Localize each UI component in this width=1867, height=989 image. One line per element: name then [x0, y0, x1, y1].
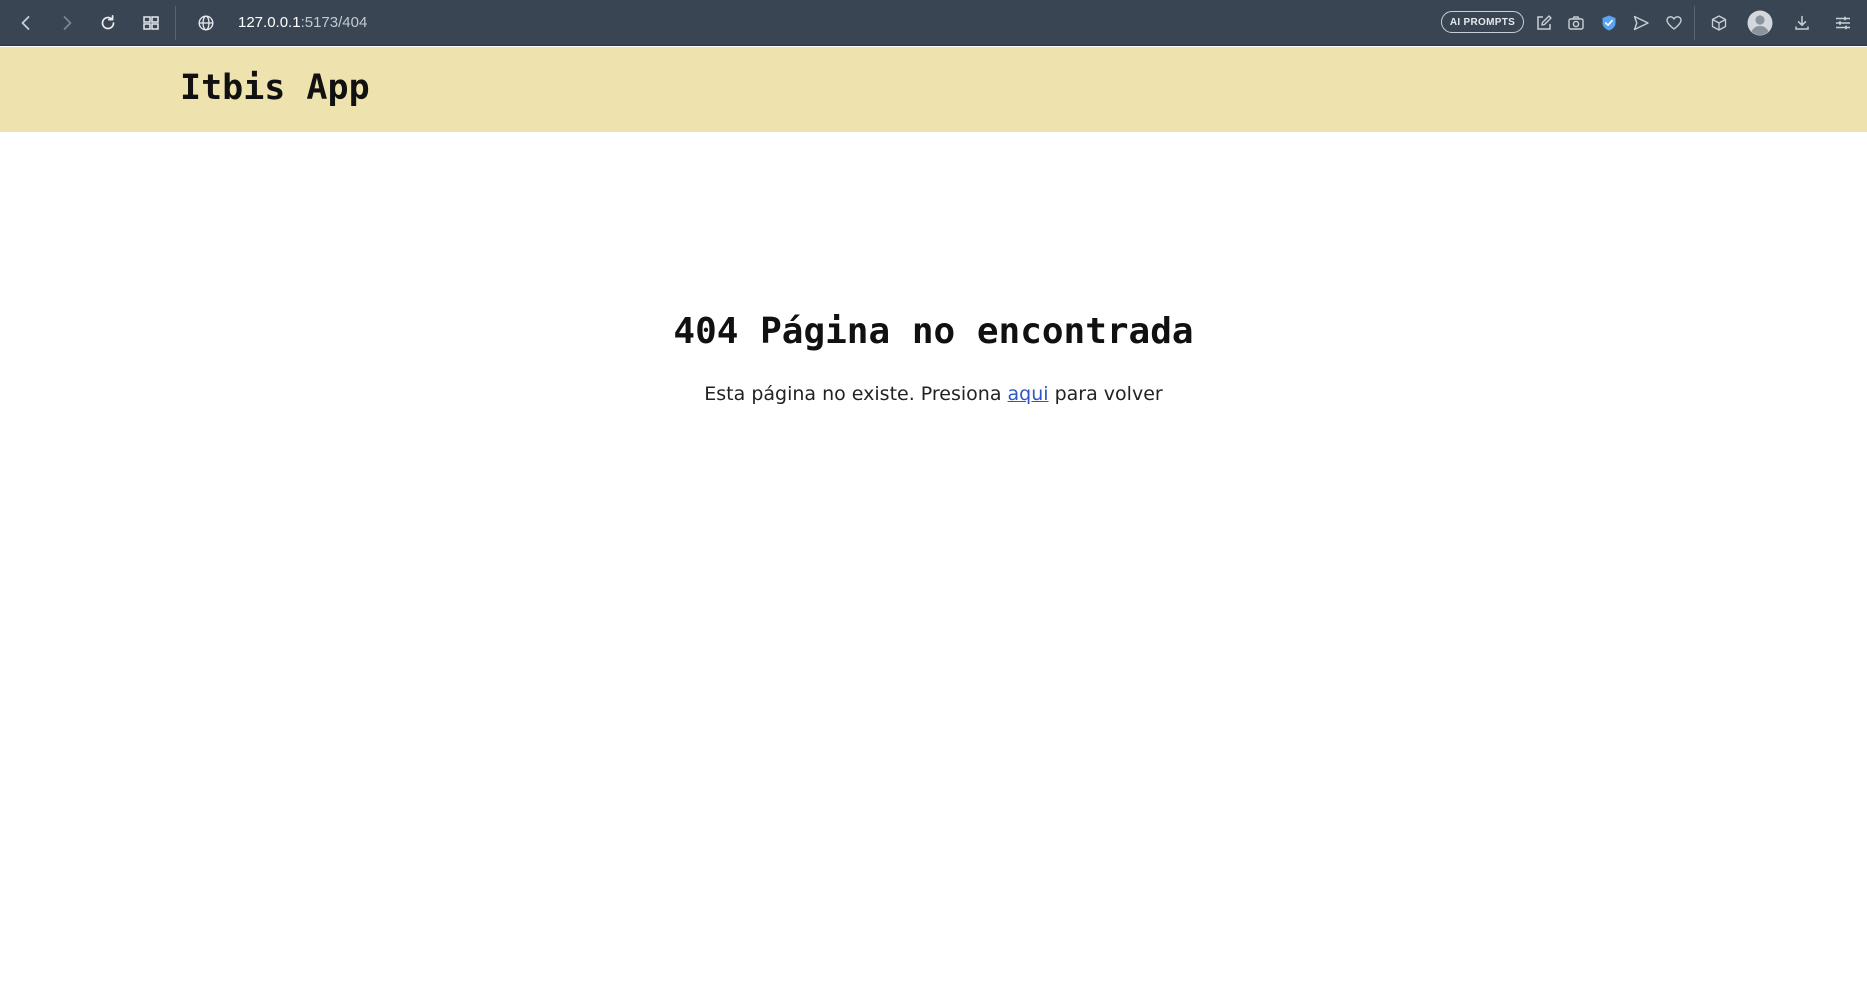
camera-icon[interactable] — [1563, 10, 1589, 36]
tabs-grid-icon[interactable] — [138, 10, 164, 36]
url-path: :5173/404 — [300, 14, 368, 31]
back-home-link[interactable]: aqui — [1008, 383, 1049, 405]
edit-icon[interactable] — [1531, 10, 1557, 36]
toolbar-divider — [175, 6, 176, 40]
forward-icon[interactable] — [54, 10, 80, 36]
back-icon[interactable] — [13, 10, 39, 36]
ai-prompts-button[interactable]: AI PROMPTS — [1441, 11, 1524, 33]
app-header: Itbis App — [0, 47, 1867, 132]
download-icon[interactable] — [1789, 10, 1815, 36]
heart-icon[interactable] — [1661, 10, 1687, 36]
toolbar-divider — [1694, 6, 1695, 40]
box-icon[interactable] — [1706, 10, 1732, 36]
not-found-message: Esta página no existe. Presiona aqui par… — [0, 381, 1867, 407]
globe-icon[interactable] — [193, 10, 219, 36]
message-text-after: para volver — [1048, 383, 1163, 405]
not-found-heading: 404 Página no encontrada — [673, 311, 1194, 352]
message-text-before: Esta página no existe. Presiona — [704, 383, 1008, 405]
app-title[interactable]: Itbis App — [180, 67, 370, 109]
shield-icon[interactable] — [1596, 10, 1622, 36]
profile-avatar-icon[interactable] — [1746, 9, 1774, 37]
reload-icon[interactable] — [95, 10, 121, 36]
not-found-section: 404 Página no encontrada Esta página no … — [0, 132, 1867, 989]
address-bar[interactable]: 127.0.0.1:5173/404 — [238, 13, 367, 33]
url-host: 127.0.0.1 — [238, 14, 301, 31]
settings-sliders-icon[interactable] — [1830, 10, 1856, 36]
browser-toolbar: 127.0.0.1:5173/404 AI PROMPTS — [0, 0, 1867, 46]
send-icon[interactable] — [1628, 10, 1654, 36]
